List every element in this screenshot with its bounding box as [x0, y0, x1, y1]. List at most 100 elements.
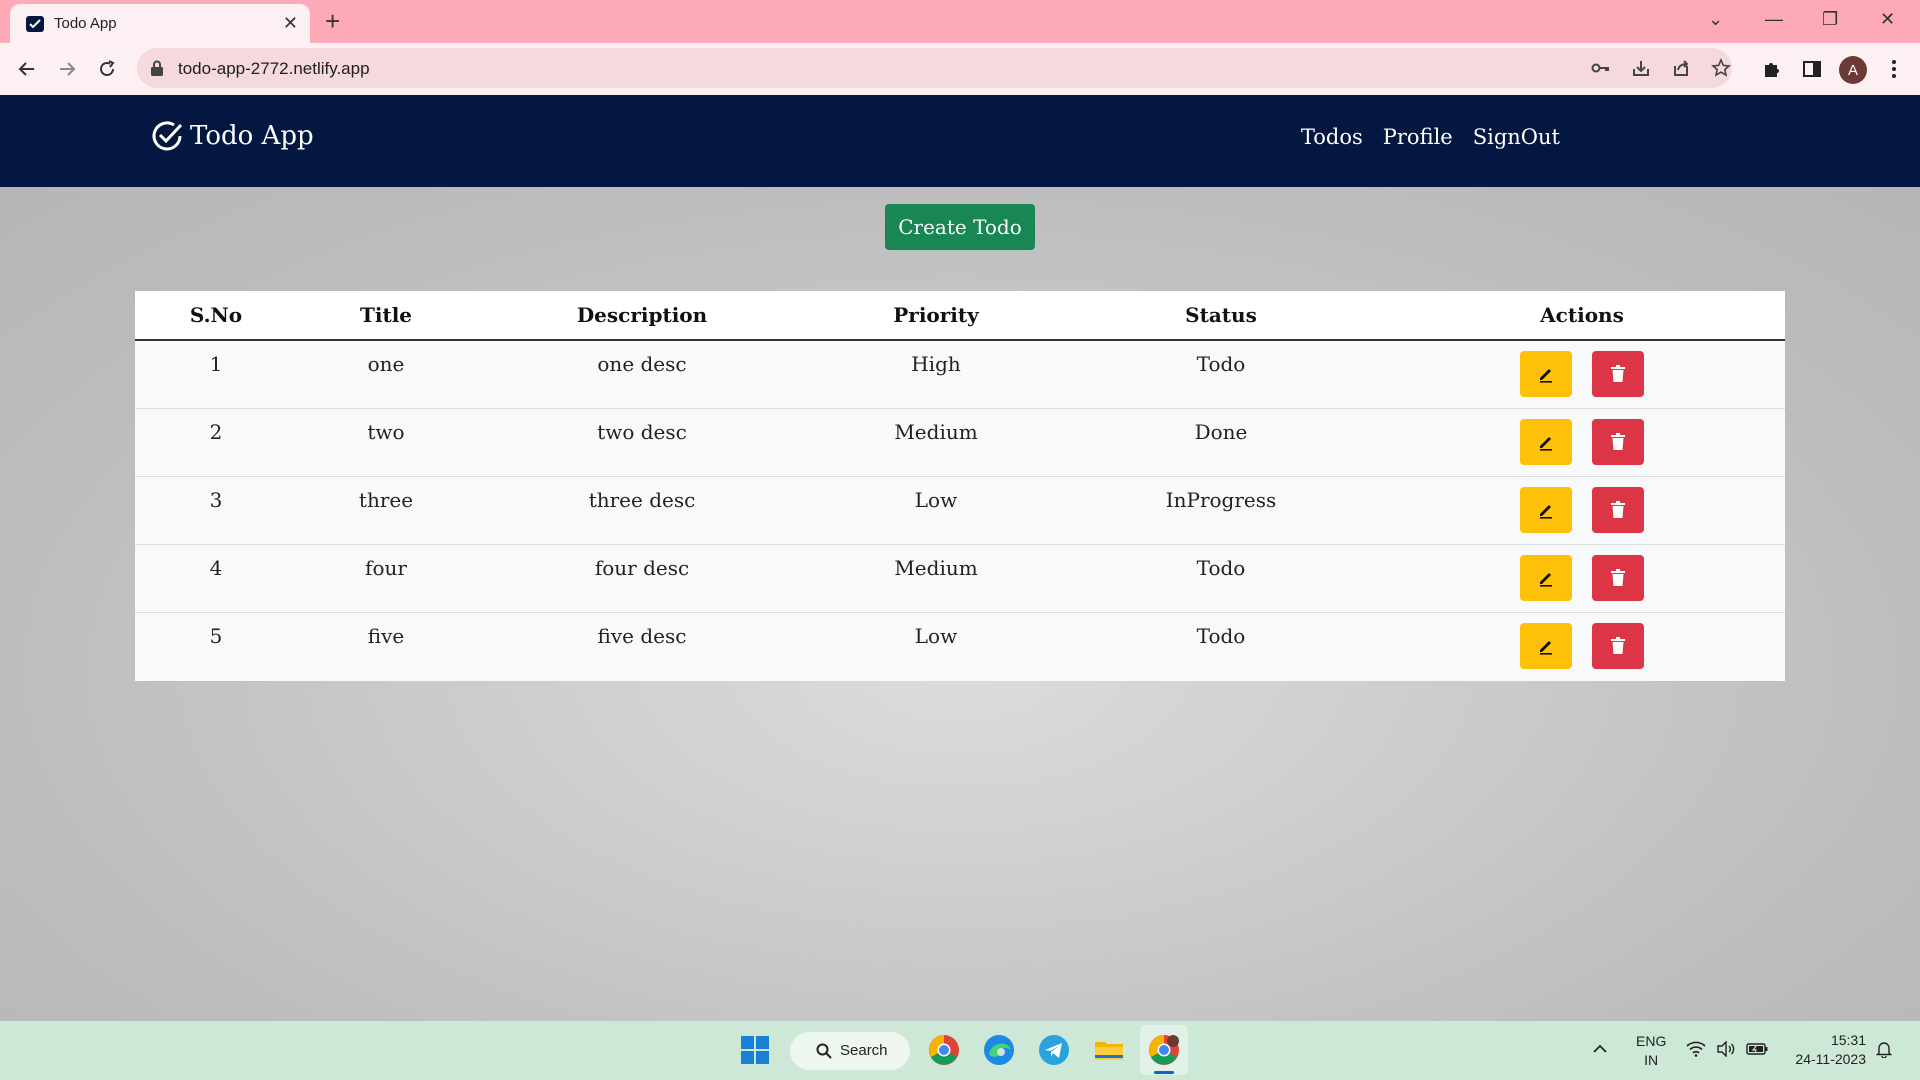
new-tab-button[interactable]: + — [325, 7, 340, 35]
chevron-up-icon[interactable] — [1592, 1044, 1608, 1054]
app-navbar: Todo App Todos Profile SignOut — [0, 95, 1920, 187]
reload-button[interactable] — [93, 55, 121, 83]
create-todo-button[interactable]: Create Todo — [885, 204, 1035, 250]
delete-button[interactable] — [1592, 419, 1644, 465]
nav-links: Todos Profile SignOut — [1301, 125, 1560, 149]
edge-icon[interactable] — [983, 1034, 1015, 1066]
cell-title: two — [367, 420, 405, 444]
tab-close-icon[interactable]: ✕ — [283, 12, 298, 34]
active-app-chrome[interactable] — [1140, 1025, 1188, 1075]
search-label: Search — [840, 1042, 888, 1059]
column-header-priority: Priority — [893, 303, 979, 327]
edit-button[interactable] — [1520, 351, 1572, 397]
cell-status: Todo — [1196, 352, 1246, 376]
pencil-icon — [1540, 573, 1552, 587]
lock-icon — [151, 60, 163, 76]
pencil-icon — [1540, 437, 1552, 451]
browser-tab-active[interactable]: Todo App ✕ — [10, 4, 310, 43]
forward-button[interactable] — [53, 55, 81, 83]
cell-priority: Medium — [894, 420, 978, 444]
url-text: todo-app-2772.netlify.app — [178, 59, 370, 78]
cell-sno: 3 — [209, 488, 223, 512]
delete-button[interactable] — [1592, 351, 1644, 397]
todos-table: S.No Title Description Priority Status A… — [135, 291, 1785, 681]
cell-description: one desc — [597, 352, 687, 376]
tab-search-button[interactable]: ⌄ — [1708, 6, 1723, 32]
main-content: Create Todo S.No Title Description Prior… — [0, 187, 1920, 1021]
browser-menu-icon[interactable] — [1880, 55, 1908, 83]
cell-description: three desc — [588, 488, 696, 512]
file-explorer-icon[interactable] — [1093, 1034, 1125, 1066]
nav-link-signout[interactable]: SignOut — [1473, 125, 1560, 149]
cell-status: Todo — [1196, 624, 1246, 648]
cell-sno: 1 — [209, 352, 223, 376]
side-panel-icon[interactable] — [1798, 55, 1826, 83]
nav-link-profile[interactable]: Profile — [1383, 125, 1453, 149]
check-circle-icon — [152, 121, 183, 151]
cell-status: Done — [1194, 420, 1248, 444]
reload-icon — [100, 60, 115, 76]
browser-tab-strip: Todo App ✕ + ⌄ — ❐ ✕ — [0, 0, 1920, 43]
cell-priority: Low — [914, 624, 958, 648]
password-key-icon[interactable] — [1590, 57, 1612, 79]
chrome-profile-icon — [1149, 1035, 1179, 1065]
column-header-status: Status — [1185, 303, 1257, 327]
bookmark-star-icon[interactable] — [1710, 57, 1732, 79]
cell-priority: Medium — [894, 556, 978, 580]
column-header-actions: Actions — [1540, 303, 1624, 327]
brand-title: Todo App — [190, 121, 314, 151]
taskbar-search[interactable]: Search — [790, 1032, 910, 1070]
table-header: S.No Title Description Priority Status A… — [135, 291, 1785, 341]
cell-description: five desc — [597, 624, 687, 648]
chrome-icon[interactable] — [928, 1034, 960, 1066]
telegram-icon[interactable] — [1038, 1034, 1070, 1066]
cell-sno: 4 — [209, 556, 223, 580]
share-icon[interactable] — [1670, 57, 1692, 79]
minimize-button[interactable]: — — [1765, 6, 1783, 32]
extensions-puzzle-icon[interactable] — [1758, 55, 1786, 83]
profile-avatar[interactable]: A — [1839, 56, 1867, 84]
pencil-icon — [1540, 369, 1552, 383]
nav-link-todos[interactable]: Todos — [1301, 125, 1363, 149]
search-icon — [816, 1043, 832, 1059]
table-row: 1 one one desc High Todo — [135, 341, 1785, 409]
notification-bell-icon[interactable] — [1876, 1040, 1892, 1058]
cell-title: four — [365, 556, 407, 580]
taskbar: Search ENG IN 15:31 24-11-2023 — [0, 1021, 1920, 1080]
language-indicator[interactable]: ENG IN — [1636, 1032, 1666, 1070]
brand[interactable]: Todo App — [150, 119, 314, 153]
browser-toolbar: todo-app-2772.netlify.app A — [0, 43, 1920, 95]
pencil-icon — [1540, 505, 1552, 519]
wifi-icon[interactable] — [1686, 1041, 1706, 1057]
table-row: 4 four four desc Medium Todo — [135, 545, 1785, 613]
todo-checkbox-icon — [26, 16, 44, 32]
cell-description: two desc — [597, 420, 687, 444]
delete-button[interactable] — [1592, 487, 1644, 533]
edit-button[interactable] — [1520, 623, 1572, 669]
cell-status: InProgress — [1165, 488, 1277, 512]
close-window-button[interactable]: ✕ — [1880, 6, 1895, 32]
table-row: 3 three three desc Low InProgress — [135, 477, 1785, 545]
volume-icon[interactable] — [1716, 1041, 1736, 1057]
table-row: 2 two two desc Medium Done — [135, 409, 1785, 477]
edit-button[interactable] — [1520, 555, 1572, 601]
delete-button[interactable] — [1592, 623, 1644, 669]
system-clock[interactable]: 15:31 24-11-2023 — [1795, 1031, 1866, 1069]
trash-icon — [1611, 501, 1625, 518]
install-app-icon[interactable] — [1630, 57, 1652, 79]
edit-button[interactable] — [1520, 487, 1572, 533]
restore-button[interactable]: ❐ — [1822, 6, 1838, 32]
delete-button[interactable] — [1592, 555, 1644, 601]
language-code: ENG — [1636, 1033, 1667, 1049]
column-header-sno: S.No — [189, 303, 243, 327]
trash-icon — [1611, 637, 1625, 654]
cell-description: four desc — [594, 556, 690, 580]
address-bar[interactable]: todo-app-2772.netlify.app — [137, 48, 1732, 88]
edit-button[interactable] — [1520, 419, 1572, 465]
battery-charging-icon[interactable] — [1746, 1042, 1768, 1056]
clock-time: 15:31 — [1830, 1032, 1866, 1048]
tab-title: Todo App — [54, 15, 117, 32]
windows-start-icon[interactable] — [741, 1036, 769, 1064]
table-row: 5 five five desc Low Todo — [135, 613, 1785, 681]
back-button[interactable] — [13, 55, 41, 83]
